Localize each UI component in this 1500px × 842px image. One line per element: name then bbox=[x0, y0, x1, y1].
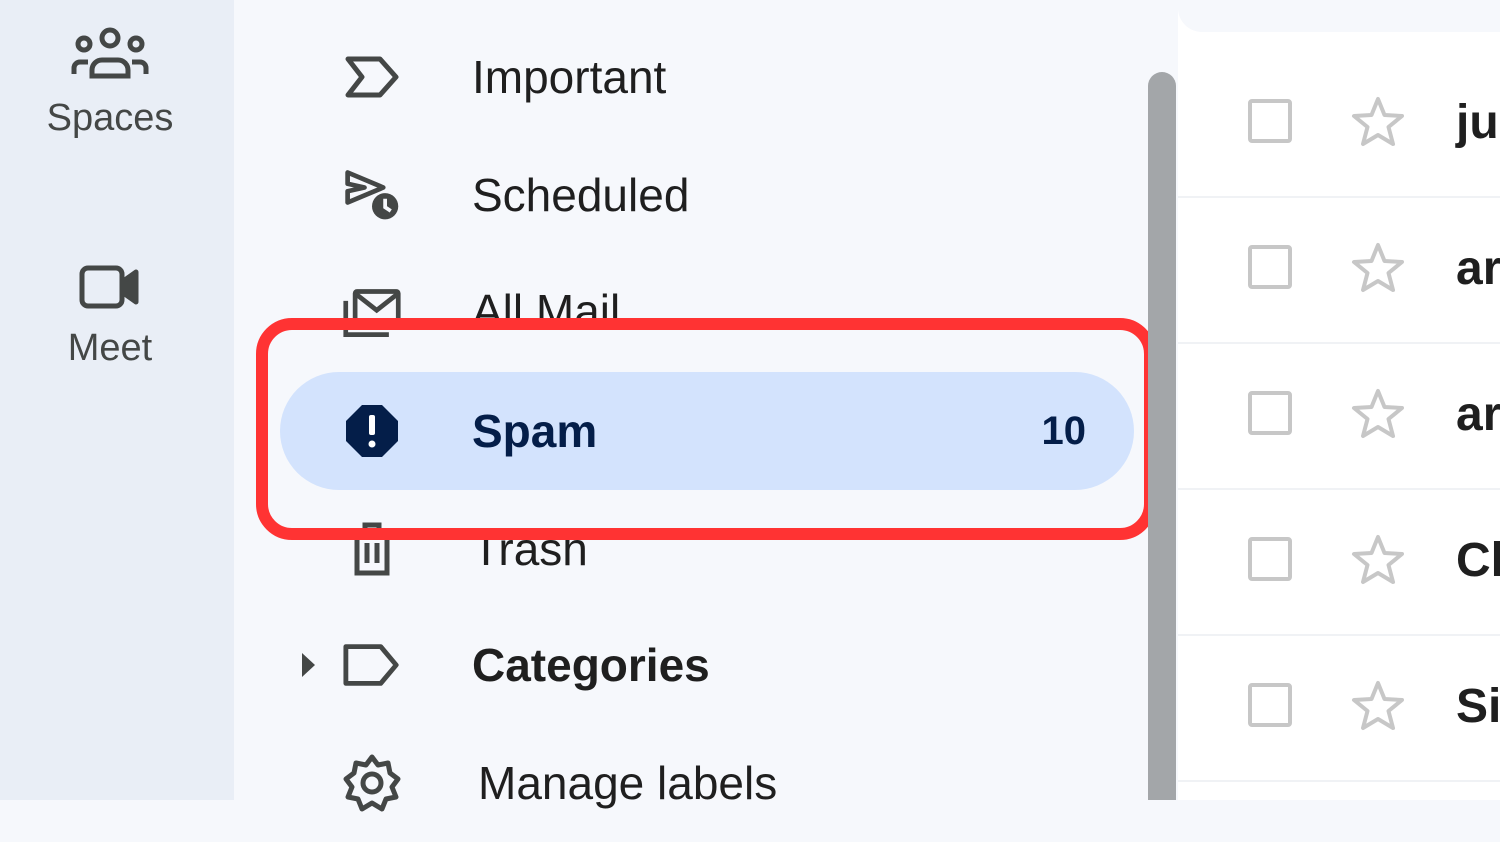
rail-item-spaces[interactable]: Spaces bbox=[0, 26, 220, 140]
rail-label-meet: Meet bbox=[67, 327, 153, 369]
unread-count-badge: 10 bbox=[1041, 408, 1087, 453]
select-checkbox[interactable] bbox=[1248, 537, 1292, 581]
sender-name: ju bbox=[1456, 96, 1499, 149]
folder-nav: Important Scheduled All Mail Spam 10 Tra… bbox=[234, 0, 1178, 812]
nav-label: Trash bbox=[472, 523, 588, 575]
message-row[interactable]: Cl bbox=[1178, 488, 1500, 636]
rail-item-meet[interactable]: Meet bbox=[0, 262, 220, 370]
nav-label: Spam bbox=[472, 405, 598, 457]
trash-icon bbox=[342, 519, 402, 579]
nav-label: Categories bbox=[472, 639, 710, 691]
rail-label-spaces: Spaces bbox=[46, 97, 174, 139]
star-icon[interactable] bbox=[1350, 533, 1406, 592]
nav-item-all-mail[interactable]: All Mail bbox=[280, 248, 1134, 338]
people-group-icon bbox=[0, 26, 220, 87]
nav-item-trash[interactable]: Trash bbox=[280, 490, 1134, 608]
label-icon bbox=[342, 635, 402, 695]
select-checkbox[interactable] bbox=[1248, 391, 1292, 435]
star-icon[interactable] bbox=[1350, 95, 1406, 154]
nav-label: Scheduled bbox=[472, 169, 690, 221]
message-row[interactable]: ar bbox=[1178, 342, 1500, 490]
list-header-gap bbox=[1178, 0, 1500, 32]
nav-item-scheduled[interactable]: Scheduled bbox=[280, 136, 1134, 254]
select-checkbox[interactable] bbox=[1248, 99, 1292, 143]
message-row[interactable]: ju bbox=[1178, 50, 1500, 198]
nav-item-spam[interactable]: Spam 10 bbox=[280, 372, 1134, 490]
message-row[interactable]: Si bbox=[1178, 634, 1500, 782]
sender-name: Cl bbox=[1456, 534, 1500, 587]
nav-scrollbar[interactable] bbox=[1148, 72, 1176, 800]
message-row[interactable]: ar bbox=[1178, 196, 1500, 344]
star-icon[interactable] bbox=[1350, 679, 1406, 738]
spam-report-icon bbox=[342, 401, 402, 461]
message-list: ju ar ar Cl Si bbox=[1178, 0, 1500, 800]
app-rail: Spaces Meet bbox=[0, 0, 234, 800]
nav-item-important[interactable]: Important bbox=[280, 18, 1134, 136]
nav-item-manage-labels[interactable]: Manage labels bbox=[280, 724, 1134, 842]
select-checkbox[interactable] bbox=[1248, 683, 1292, 727]
scheduled-send-icon bbox=[342, 165, 402, 225]
video-camera-icon bbox=[0, 262, 220, 317]
sender-name: ar bbox=[1456, 242, 1500, 295]
star-icon[interactable] bbox=[1350, 387, 1406, 446]
sender-name: Si bbox=[1456, 680, 1500, 733]
all-mail-icon bbox=[342, 284, 402, 338]
important-label-icon bbox=[342, 47, 402, 107]
nav-label: All Mail bbox=[472, 285, 621, 337]
nav-label: Important bbox=[472, 51, 667, 103]
star-icon[interactable] bbox=[1350, 241, 1406, 300]
nav-label: Manage labels bbox=[478, 757, 778, 809]
sender-name: ar bbox=[1456, 388, 1500, 441]
expand-caret-icon[interactable] bbox=[302, 653, 315, 677]
select-checkbox[interactable] bbox=[1248, 245, 1292, 289]
nav-item-categories[interactable]: Categories bbox=[280, 606, 1134, 724]
gear-icon bbox=[342, 753, 402, 813]
